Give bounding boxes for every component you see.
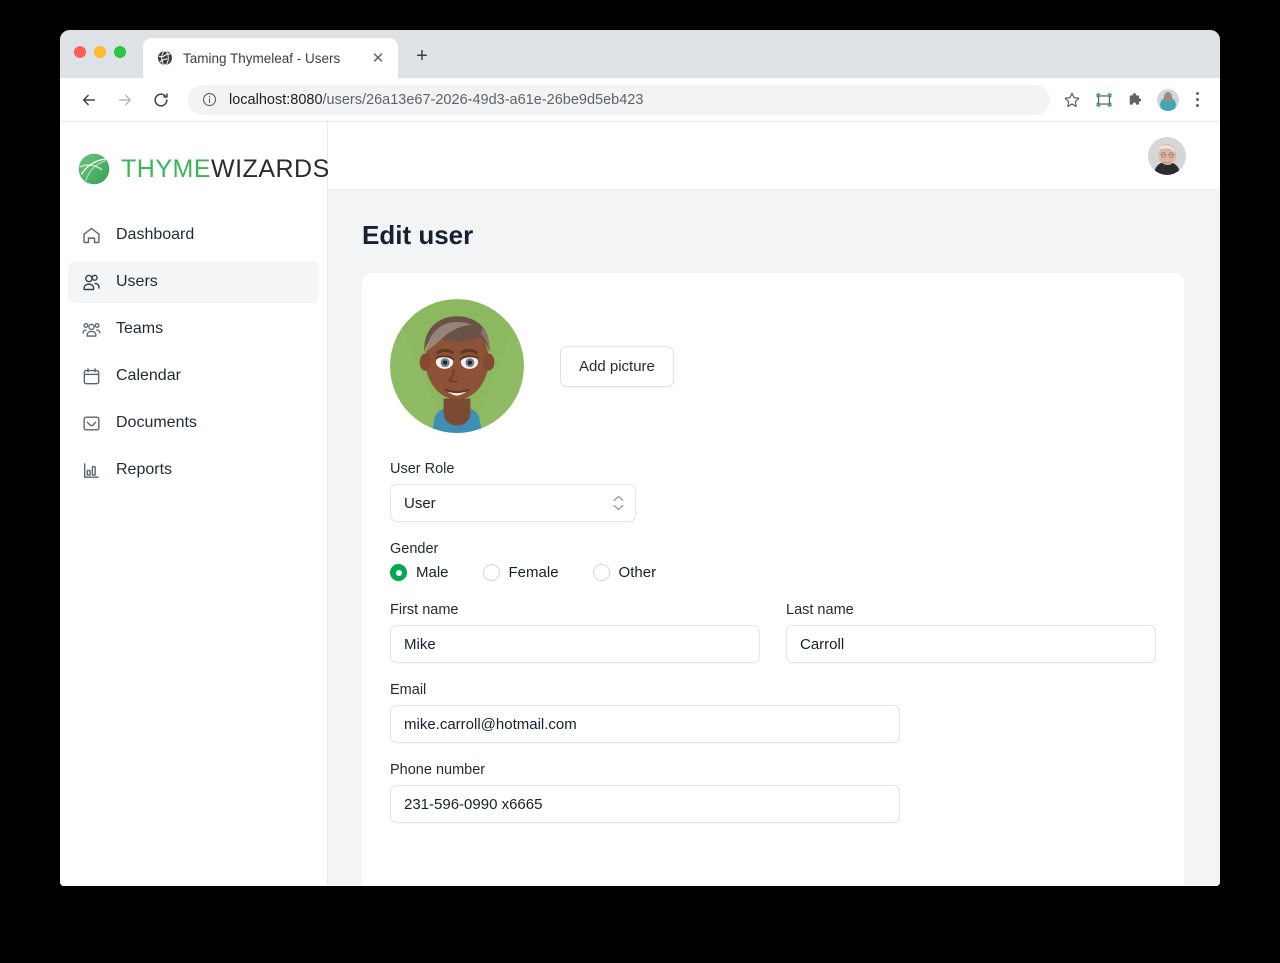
bar-chart-icon xyxy=(80,459,102,481)
user-role-label: User Role xyxy=(390,461,455,477)
maximize-window-button[interactable] xyxy=(114,46,126,58)
content-area: Edit user Add picture User Role User Gen… xyxy=(328,190,1220,886)
close-window-button[interactable] xyxy=(74,46,86,58)
new-tab-button[interactable]: + xyxy=(408,42,436,70)
sidebar-item-label: Teams xyxy=(116,320,164,337)
browser-tab-strip: Taming Thymeleaf - Users ✕ + xyxy=(60,30,1220,78)
inbox-icon xyxy=(80,412,102,434)
close-tab-button[interactable]: ✕ xyxy=(368,48,388,68)
name-row: First name Last name xyxy=(390,602,1156,682)
avatar-illustration xyxy=(390,299,524,433)
reload-button[interactable] xyxy=(146,85,176,115)
sidebar-item-label: Documents xyxy=(116,414,197,431)
last-name-label: Last name xyxy=(786,602,854,618)
top-header-bar xyxy=(328,122,1220,190)
radio-label: Female xyxy=(508,564,559,581)
url-text: localhost:8080/users/26a13e67-2026-49d3-… xyxy=(229,92,643,108)
email-input[interactable] xyxy=(390,705,900,743)
logo-text-wizards: WIZARDS xyxy=(211,154,330,183)
sidebar-item-calendar[interactable]: Calendar xyxy=(68,355,319,397)
radio-label: Male xyxy=(416,564,449,581)
user-role-select-wrap xyxy=(390,484,636,522)
avatar-photo xyxy=(1148,136,1186,175)
browser-tab-title: Taming Thymeleaf - Users xyxy=(183,50,341,66)
page-title: Edit user xyxy=(362,220,474,250)
avatar-row: Add picture xyxy=(390,299,1156,433)
logo-text-thyme: THYME xyxy=(121,154,211,183)
teams-icon xyxy=(80,318,102,340)
browser-window: Taming Thymeleaf - Users ✕ + localhost:8… xyxy=(60,30,1220,886)
last-name-field: Last name xyxy=(786,602,1156,663)
main-area: Edit user Add picture User Role User Gen… xyxy=(328,122,1220,886)
user-avatar-image xyxy=(390,299,524,433)
radio-label: Other xyxy=(618,564,657,581)
sidebar-item-documents[interactable]: Documents xyxy=(68,402,319,444)
gender-radio-female[interactable]: Female xyxy=(482,564,559,581)
app-logo[interactable]: THYMEWIZARDS xyxy=(60,138,330,200)
add-picture-button[interactable]: Add picture xyxy=(560,345,674,387)
edit-user-form-card: Add picture User Role User Gender Male F… xyxy=(362,273,1184,886)
star-icon[interactable] xyxy=(1058,86,1086,114)
gender-radio-group: Male Female Other xyxy=(390,564,1156,581)
first-name-label: First name xyxy=(390,602,459,618)
users-icon xyxy=(80,271,102,293)
radio-indicator xyxy=(592,564,610,581)
app-root: THYMEWIZARDS Dashboard Users Teams Calen… xyxy=(60,122,1220,886)
forward-button[interactable] xyxy=(110,85,140,115)
radio-indicator xyxy=(390,564,407,581)
browser-profile-avatar[interactable] xyxy=(1157,88,1179,111)
thyme-leaf-logo-icon xyxy=(78,153,110,185)
phone-label: Phone number xyxy=(390,762,486,778)
email-field: Email xyxy=(390,682,900,743)
header-user-avatar[interactable] xyxy=(1148,136,1186,175)
user-role-field: User Role xyxy=(390,461,1156,522)
sidebar-item-label: Calendar xyxy=(116,367,181,384)
first-name-input[interactable] xyxy=(390,625,760,663)
sidebar-item-label: Users xyxy=(116,273,158,290)
window-traffic-lights xyxy=(74,46,126,58)
sidebar-item-reports[interactable]: Reports xyxy=(68,449,319,491)
three-dot-menu-icon[interactable] xyxy=(1186,86,1208,114)
sidebar-item-label: Dashboard xyxy=(116,226,195,243)
sidebar: THYMEWIZARDS Dashboard Users Teams Calen… xyxy=(60,122,330,886)
email-label: Email xyxy=(390,682,427,698)
last-name-input[interactable] xyxy=(786,625,1156,663)
sidebar-item-dashboard[interactable]: Dashboard xyxy=(68,214,319,256)
screen-capture-icon[interactable] xyxy=(1090,86,1118,114)
site-info-icon[interactable] xyxy=(202,92,218,107)
browser-tab[interactable]: Taming Thymeleaf - Users ✕ xyxy=(143,38,398,78)
gender-field: Gender Male Female Other xyxy=(390,541,1156,581)
gender-radio-male[interactable]: Male xyxy=(390,564,449,581)
user-role-select[interactable] xyxy=(390,484,636,522)
calendar-icon xyxy=(80,365,102,387)
toolbar-actions xyxy=(1058,86,1208,114)
url-path: /users/26a13e67-2026-49d3-a61e-26be9d5eb… xyxy=(322,91,644,108)
sidebar-item-users[interactable]: Users xyxy=(68,261,319,303)
phone-field: Phone number xyxy=(390,762,900,823)
home-icon xyxy=(80,224,102,246)
sidebar-item-label: Reports xyxy=(116,461,173,478)
gender-radio-other[interactable]: Other xyxy=(592,564,657,581)
first-name-field: First name xyxy=(390,602,760,663)
browser-toolbar: localhost:8080/users/26a13e67-2026-49d3-… xyxy=(60,78,1220,122)
sidebar-nav: Dashboard Users Teams Calendar Documents… xyxy=(60,214,327,491)
back-button[interactable] xyxy=(74,85,104,115)
radio-indicator xyxy=(482,564,500,581)
minimize-window-button[interactable] xyxy=(94,46,106,58)
puzzle-icon[interactable] xyxy=(1122,86,1150,114)
address-bar[interactable]: localhost:8080/users/26a13e67-2026-49d3-… xyxy=(188,84,1050,115)
gender-label: Gender xyxy=(390,541,439,557)
globe-icon xyxy=(158,50,172,66)
app-logo-text: THYMEWIZARDS xyxy=(121,155,330,184)
phone-input[interactable] xyxy=(390,785,900,823)
sidebar-item-teams[interactable]: Teams xyxy=(68,308,319,350)
url-host: localhost:8080 xyxy=(229,91,323,108)
